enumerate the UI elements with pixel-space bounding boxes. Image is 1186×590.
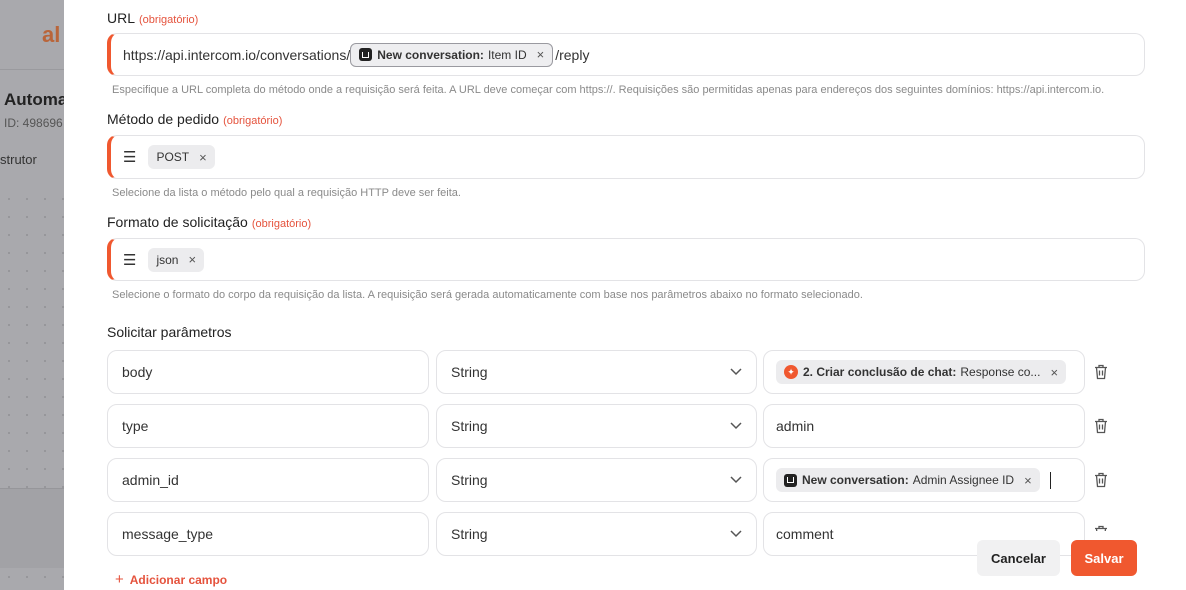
intercom-icon (784, 473, 797, 487)
chevron-down-icon (730, 476, 742, 484)
text-cursor (1049, 471, 1051, 489)
format-label: Formato de solicitação (obrigatório) (107, 214, 311, 230)
url-variable-chip[interactable]: New conversation: Item ID × (350, 42, 554, 67)
method-hint: Selecione da lista o método pelo qual a … (112, 187, 461, 199)
cancel-button[interactable]: Cancelar (977, 540, 1060, 576)
format-chip[interactable]: json × (148, 247, 205, 272)
method-select[interactable]: ☰ POST × (107, 135, 1145, 179)
request-settings-panel: URL (obrigatório) https://api.intercom.io… (64, 0, 1186, 590)
format-hint: Selecione o formato do corpo da requisiç… (112, 289, 863, 301)
param-type-select[interactable]: String (436, 512, 757, 556)
chip-value: Item ID (487, 47, 527, 62)
format-label-text: Formato de solicitação (107, 214, 248, 230)
chip-value: Admin Assignee ID (912, 473, 1015, 487)
param-value-input[interactable]: New conversation: Admin Assignee ID × (763, 458, 1085, 502)
trash-icon[interactable] (1093, 363, 1109, 381)
plus-icon: + (115, 571, 124, 588)
openai-step-icon: ✦ (784, 365, 798, 379)
method-chip[interactable]: POST × (148, 145, 215, 169)
param-type-value: String (451, 418, 488, 434)
chip-source: 2. Criar conclusão de chat: (803, 365, 957, 379)
close-icon[interactable]: × (1024, 473, 1032, 488)
param-type-select[interactable]: String (436, 458, 757, 502)
param-value-chip[interactable]: ✦ 2. Criar conclusão de chat: Response c… (776, 360, 1067, 384)
chip-source: New conversation: (377, 47, 484, 62)
method-label-text: Método de pedido (107, 111, 220, 127)
params-title: Solicitar parâmetros (107, 324, 232, 340)
param-type-value: String (451, 472, 488, 488)
background-id: ID: 498696 (4, 116, 63, 130)
url-label: URL (obrigatório) (107, 10, 198, 26)
close-icon[interactable]: × (199, 150, 207, 165)
url-input[interactable]: https://api.intercom.io/conversations/ N… (107, 33, 1145, 76)
background-app: al Automa ID: 498696 strutor (0, 0, 64, 590)
format-select[interactable]: ☰ json × (107, 238, 1145, 281)
param-name-input[interactable]: type (107, 404, 429, 448)
param-name-input[interactable]: message_type (107, 512, 429, 556)
url-hint: Especifique a URL completa do método ond… (112, 84, 1105, 96)
param-value-chip[interactable]: New conversation: Admin Assignee ID × (776, 468, 1040, 492)
close-icon[interactable]: × (188, 252, 196, 267)
format-value: json (156, 252, 179, 267)
chip-value: Response co... (960, 365, 1041, 379)
method-value: POST (156, 150, 190, 164)
method-label: Método de pedido (obrigatório) (107, 111, 282, 127)
trash-icon[interactable] (1093, 525, 1109, 531)
close-icon[interactable]: × (1050, 365, 1058, 380)
param-type-select[interactable]: String (436, 404, 757, 448)
required-marker: (obrigatório) (223, 115, 283, 127)
chip-source: New conversation: (802, 473, 909, 487)
background-header: al (0, 0, 64, 70)
param-type-value: String (451, 526, 488, 542)
chevron-down-icon (730, 368, 742, 376)
required-marker: (obrigatório) (139, 14, 199, 26)
url-suffix: /reply (555, 46, 590, 63)
background-logo: al (42, 22, 61, 47)
param-type-value: String (451, 364, 488, 380)
url-label-text: URL (107, 10, 136, 26)
add-field-label: Adicionar campo (129, 573, 228, 587)
param-type-select[interactable]: String (436, 350, 757, 394)
url-prefix: https://api.intercom.io/conversations/ (123, 46, 351, 63)
param-name-input[interactable]: body (107, 350, 429, 394)
close-icon[interactable]: × (537, 47, 545, 62)
save-button[interactable]: Salvar (1071, 540, 1137, 576)
trash-icon[interactable] (1093, 471, 1109, 489)
trash-icon[interactable] (1093, 417, 1109, 435)
intercom-icon (359, 48, 373, 61)
add-field-button[interactable]: + Adicionar campo (115, 571, 227, 588)
param-value-input[interactable]: admin (763, 404, 1085, 448)
background-block (0, 488, 64, 568)
background-tab: strutor (0, 152, 37, 167)
param-name-input[interactable]: admin_id (107, 458, 429, 502)
background-title: Automa (4, 90, 64, 109)
chevron-down-icon (730, 422, 742, 430)
required-marker: (obrigatório) (251, 218, 312, 230)
chevron-down-icon (730, 530, 742, 538)
list-icon: ☰ (123, 251, 137, 269)
param-value-input[interactable]: ✦ 2. Criar conclusão de chat: Response c… (763, 350, 1085, 394)
list-icon: ☰ (123, 149, 137, 166)
